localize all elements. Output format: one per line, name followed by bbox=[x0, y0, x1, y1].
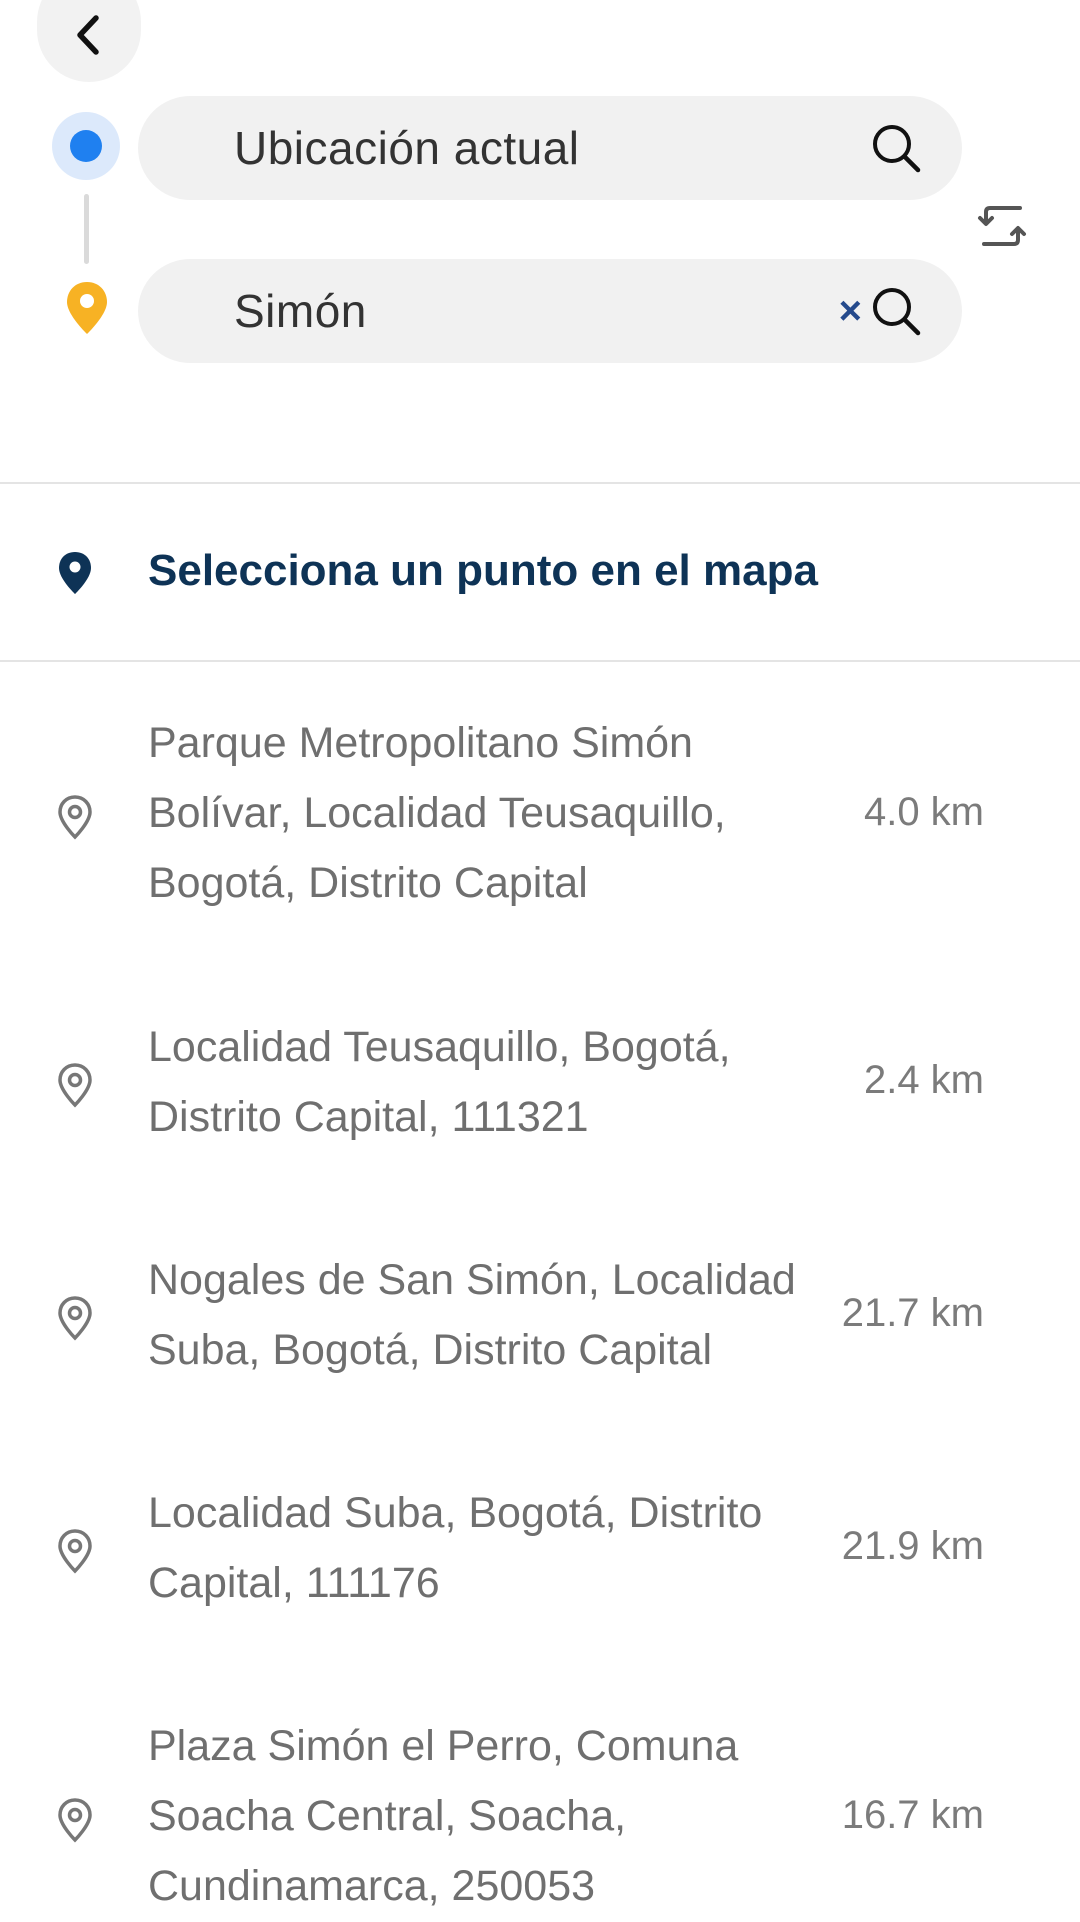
search-result-item[interactable]: Localidad Teusaquillo, Bogotá, Distrito C… bbox=[0, 1012, 1080, 1152]
search-result-item[interactable]: Nogales de San Simón, Localidad Suba, Bog… bbox=[0, 1245, 1080, 1385]
result-distance: 16.7 km bbox=[841, 1793, 984, 1837]
destination-field[interactable]: Simón × bbox=[138, 259, 962, 363]
divider bbox=[0, 660, 1080, 662]
destination-pin-icon bbox=[67, 282, 107, 334]
map-pin-filled-icon bbox=[59, 552, 91, 594]
result-address: Localidad Suba, Bogotá, Distrito Capital,… bbox=[148, 1489, 763, 1607]
select-on-map-label: Selecciona un punto en el mapa bbox=[148, 546, 818, 595]
search-result-item[interactable]: Plaza Simón el Perro, Comuna Soacha Centr… bbox=[0, 1711, 1080, 1921]
swap-icon[interactable] bbox=[976, 202, 1028, 250]
result-address: Nogales de San Simón, Localidad Suba, Bog… bbox=[148, 1256, 796, 1374]
location-pin-outline-icon bbox=[58, 795, 92, 840]
location-pin-outline-icon bbox=[58, 1296, 92, 1341]
result-address: Localidad Teusaquillo, Bogotá, Distrito C… bbox=[148, 1023, 731, 1141]
result-distance: 4.0 km bbox=[863, 790, 984, 834]
result-distance: 2.4 km bbox=[863, 1058, 984, 1102]
result-distance: 21.7 km bbox=[841, 1291, 984, 1335]
location-pin-outline-icon bbox=[58, 1529, 92, 1574]
search-icon[interactable] bbox=[870, 285, 922, 337]
back-button[interactable] bbox=[37, 0, 141, 82]
result-address: Plaza Simón el Perro, Comuna Soacha Centr… bbox=[148, 1722, 739, 1910]
origin-dot bbox=[70, 130, 102, 162]
result-address: Parque Metropolitano Simón Bolívar, Local… bbox=[148, 719, 726, 907]
origin-field-value: Ubicación actual bbox=[234, 122, 580, 174]
route-connector bbox=[84, 194, 89, 264]
search-icon[interactable] bbox=[870, 122, 922, 174]
select-on-map-option[interactable]: Selecciona un punto en el mapa bbox=[0, 484, 1080, 660]
location-pin-outline-icon bbox=[58, 1798, 92, 1843]
location-pin-outline-icon bbox=[58, 1063, 92, 1108]
result-distance: 21.9 km bbox=[841, 1524, 984, 1568]
chevron-left-icon bbox=[77, 15, 99, 55]
origin-field[interactable]: Ubicación actual bbox=[138, 96, 962, 200]
search-result-item[interactable]: Localidad Suba, Bogotá, Distrito Capital,… bbox=[0, 1478, 1080, 1618]
search-result-item[interactable]: Parque Metropolitano Simón Bolívar, Local… bbox=[0, 708, 1080, 924]
clear-icon[interactable]: × bbox=[839, 289, 862, 334]
